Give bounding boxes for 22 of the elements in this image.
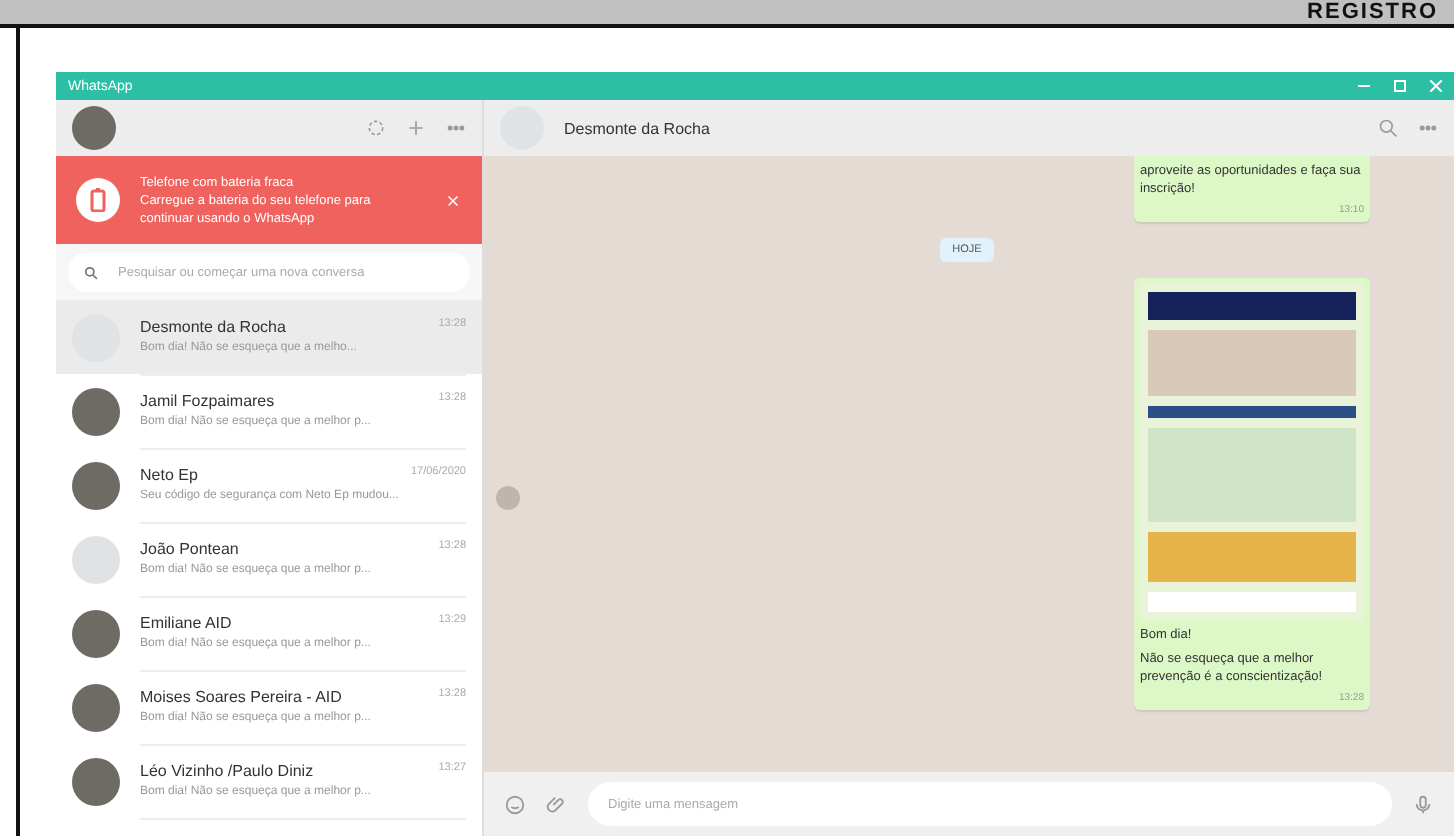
emoji-icon[interactable] [504, 793, 526, 815]
page-heading: REGISTRO [1307, 0, 1440, 24]
contact-name: Léo Vizinho /Paulo Diniz [140, 762, 314, 780]
status-icon[interactable] [366, 118, 386, 138]
contact-name: Moises Soares Pereira - AID [140, 688, 342, 706]
profile-avatar[interactable] [72, 106, 116, 150]
contact-name: Desmonte da Rocha [140, 318, 286, 336]
battery-icon [90, 188, 106, 212]
contact-name: Neto Ep [140, 466, 198, 484]
minimize-icon[interactable] [1358, 80, 1370, 92]
close-icon[interactable] [444, 191, 462, 209]
paperclip-icon[interactable] [546, 793, 568, 815]
contact-name: João Pontean [140, 540, 239, 558]
scroll-down-icon[interactable] [496, 486, 520, 510]
microphone-icon[interactable] [1412, 793, 1434, 815]
close-icon[interactable] [1430, 80, 1442, 92]
plus-icon[interactable] [406, 118, 426, 138]
maximize-icon[interactable] [1394, 80, 1406, 92]
contact-name: Jamil Fozpaimares [140, 392, 275, 410]
chat-title: Desmonte da Rocha [564, 119, 712, 137]
search-icon[interactable] [1378, 118, 1398, 138]
contact-name: Emiliane AID [140, 614, 232, 632]
